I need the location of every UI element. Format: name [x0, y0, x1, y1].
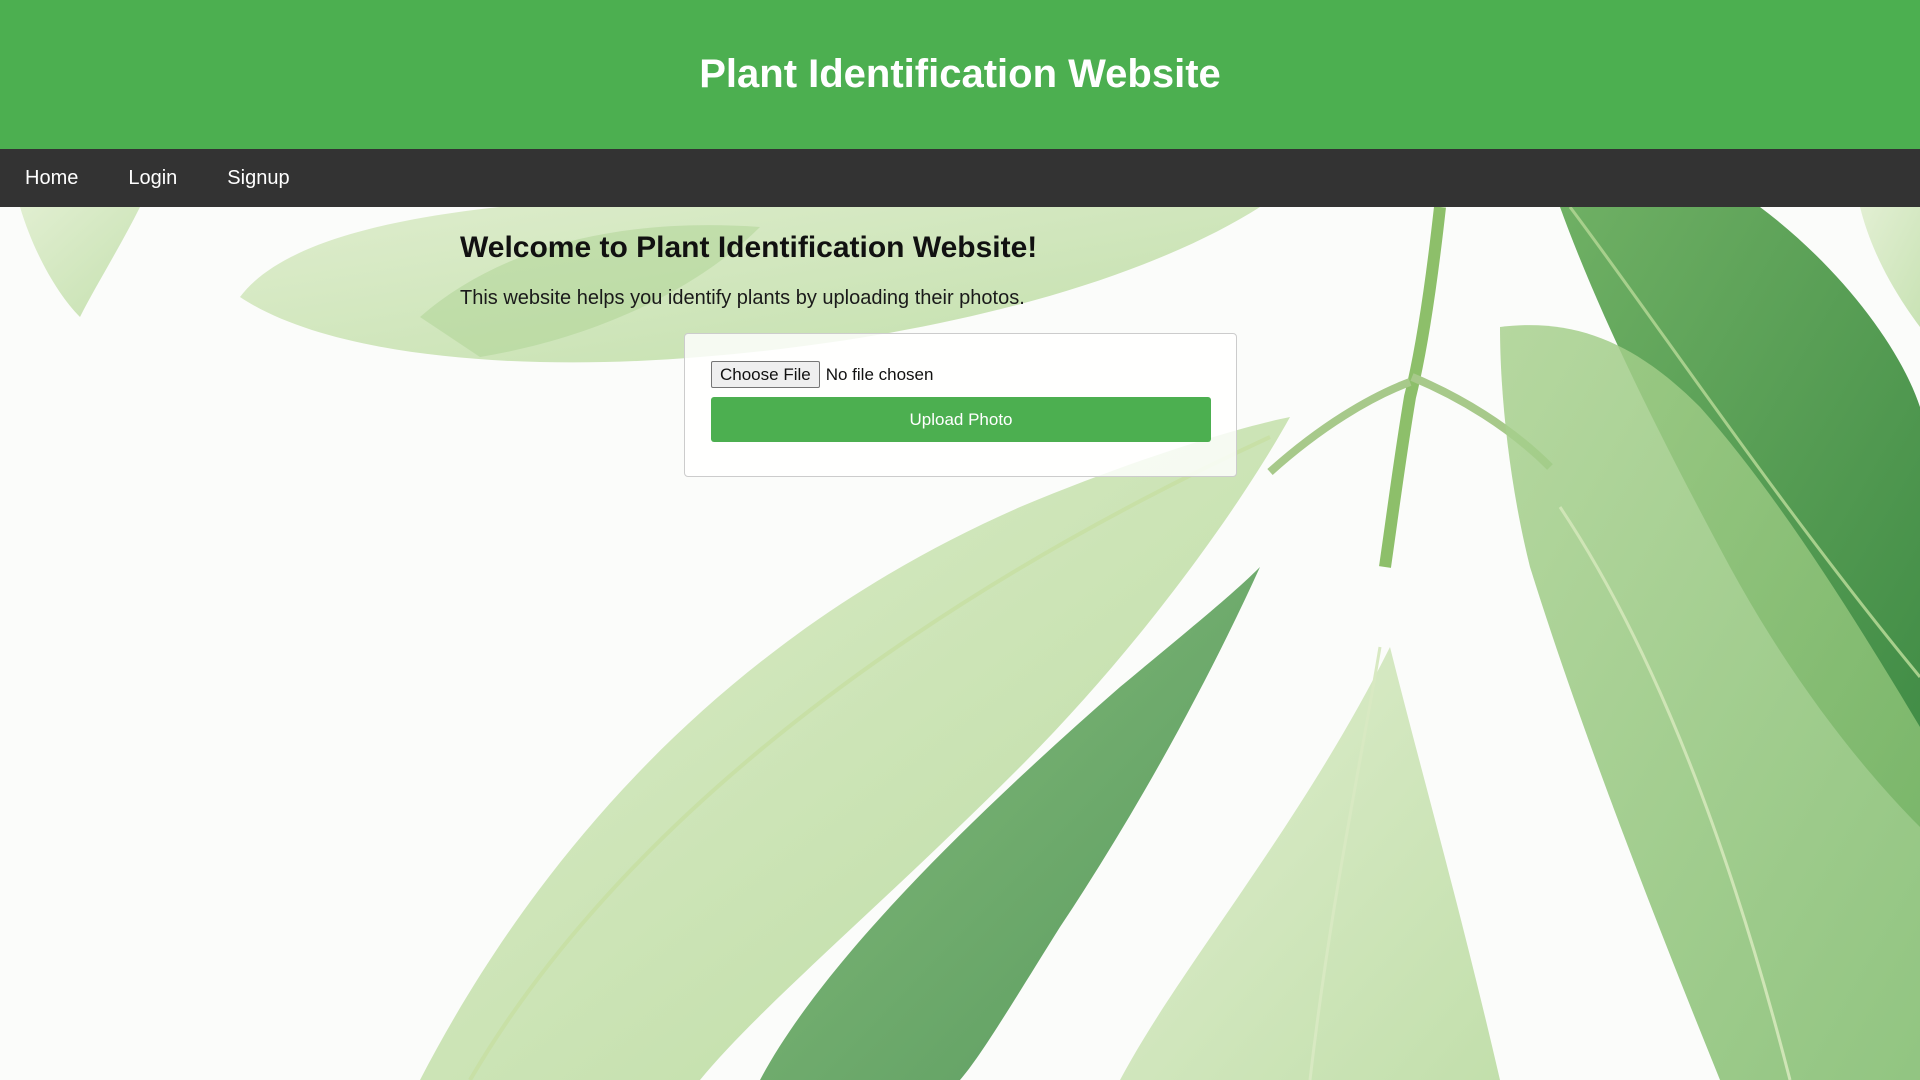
- site-header: Plant Identification Website: [0, 0, 1920, 149]
- nav-item-signup[interactable]: Signup: [202, 149, 314, 207]
- choose-file-button[interactable]: Choose File: [711, 361, 820, 388]
- upload-photo-button[interactable]: Upload Photo: [711, 397, 1211, 442]
- file-status-text: No file chosen: [825, 364, 934, 384]
- nav-item-home[interactable]: Home: [0, 149, 103, 207]
- welcome-heading: Welcome to Plant Identification Website!: [460, 231, 1038, 264]
- upload-form: Choose File No file chosen Upload Photo: [684, 333, 1237, 477]
- nav-item-login[interactable]: Login: [103, 149, 202, 207]
- welcome-description: This website helps you identify plants b…: [460, 287, 1025, 309]
- nav-bar: Home Login Signup: [0, 149, 1920, 207]
- main-content-area: Welcome to Plant Identification Website!…: [0, 207, 1920, 1080]
- file-input[interactable]: Choose File No file chosen: [711, 361, 933, 388]
- welcome-section: Welcome to Plant Identification Website!…: [460, 231, 1460, 310]
- site-title: Plant Identification Website: [699, 52, 1221, 96]
